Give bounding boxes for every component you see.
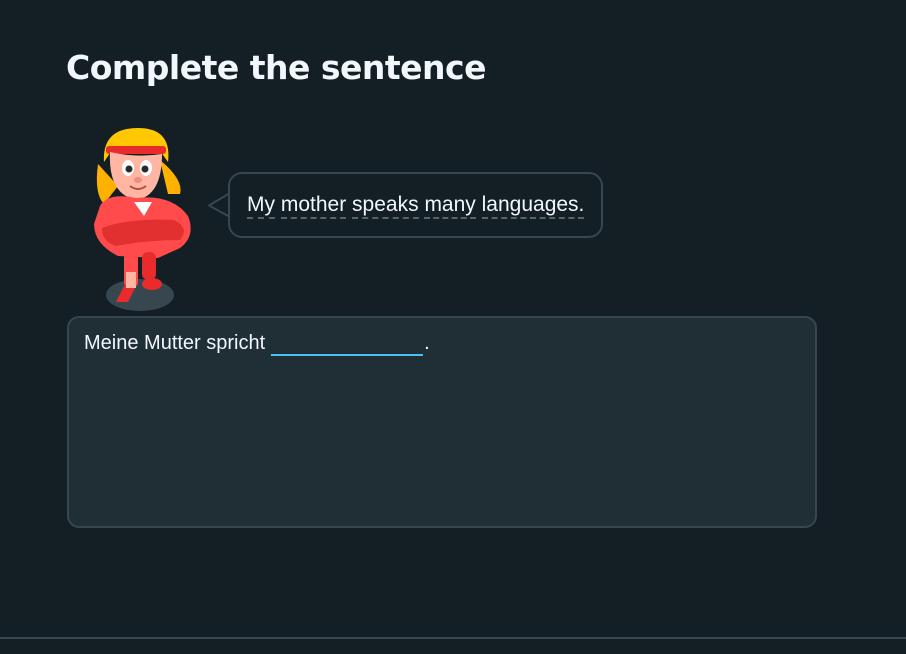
blank-input[interactable]: [271, 330, 424, 356]
character-illustration: [94, 128, 191, 311]
footer-divider: [0, 637, 906, 639]
speech-bubble: My mother speaks many languages.: [228, 172, 604, 238]
sentence-prefix: Meine Mutter spricht: [84, 332, 266, 354]
hint-word[interactable]: speaks: [352, 193, 419, 219]
answer-box[interactable]: Meine Mutter spricht .: [67, 316, 817, 528]
exercise-title: Complete the sentence: [66, 48, 486, 87]
hint-word[interactable]: mother: [280, 193, 347, 219]
prompt-sentence: My mother speaks many languages.: [247, 191, 585, 219]
hint-word[interactable]: My: [247, 193, 275, 219]
sentence-suffix: .: [424, 332, 430, 354]
hint-word[interactable]: languages.: [481, 193, 585, 219]
hint-word[interactable]: many: [424, 193, 476, 219]
answer-sentence: Meine Mutter spricht .: [84, 330, 430, 356]
